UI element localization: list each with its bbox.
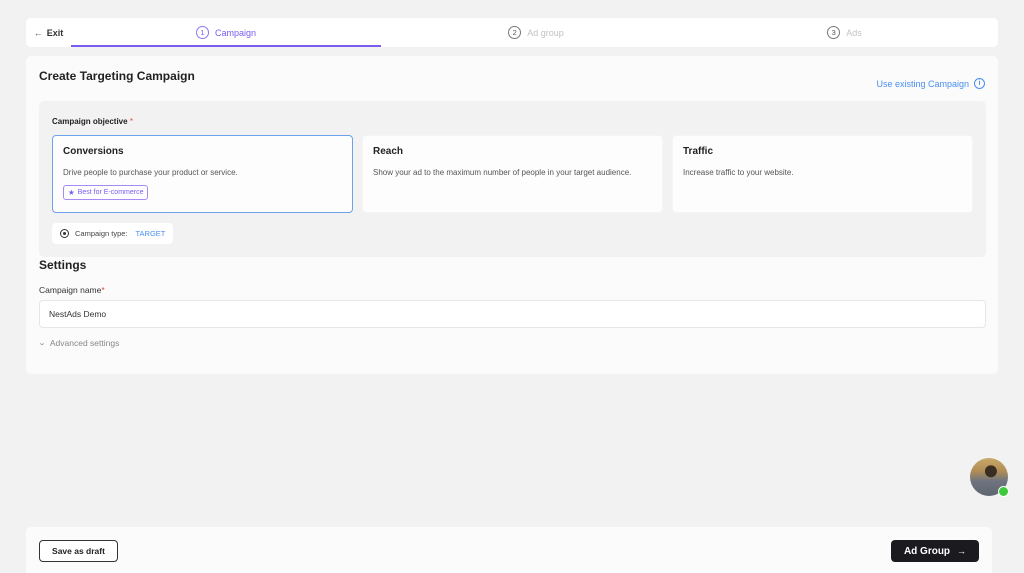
campaign-type-value: TARGET (135, 229, 166, 238)
option-title: Conversions (63, 146, 124, 157)
chevron-down-icon: ⌄ (37, 340, 47, 347)
save-as-draft-button[interactable]: Save as draft (39, 540, 118, 562)
objective-option-conversions[interactable]: Conversions Drive people to purchase you… (52, 135, 353, 213)
campaign-name-label-text: Campaign name (39, 285, 102, 295)
next-ad-group-button[interactable]: Ad Group → (891, 540, 979, 562)
badge-label: Best for E-commerce (77, 189, 144, 196)
option-description: Increase traffic to your website. (683, 168, 794, 177)
footer-bar: Save as draft Ad Group → (26, 527, 992, 573)
option-title: Traffic (683, 146, 714, 157)
step-ad-group[interactable]: 2 Ad group (381, 18, 691, 47)
arrow-right-icon: → (957, 546, 967, 556)
stepper: ← Exit 1 Campaign 2 Ad group 3 Ads (26, 18, 998, 47)
best-for-badge: ★ Best for E-commerce (63, 185, 149, 200)
option-title: Reach (373, 146, 404, 157)
step-number: 3 (827, 26, 841, 39)
advanced-settings-toggle[interactable]: ⌄ Advanced settings (37, 338, 120, 348)
step-ads[interactable]: 3 Ads (691, 18, 998, 47)
step-number: 2 (508, 26, 522, 39)
support-avatar[interactable] (970, 458, 1009, 497)
objective-option-traffic[interactable]: Traffic Increase traffic to your website… (672, 135, 973, 213)
step-label: Ad group (527, 27, 564, 38)
step-label: Campaign (214, 27, 257, 38)
step-campaign[interactable]: 1 Campaign (71, 18, 381, 47)
step-number: 1 (195, 26, 209, 39)
use-existing-label: Use existing Campaign (876, 78, 969, 89)
target-icon (60, 229, 69, 238)
campaign-objective-section: Campaign objective * Conversions Drive p… (39, 101, 986, 257)
objective-option-reach[interactable]: Reach Show your ad to the maximum number… (362, 135, 663, 213)
info-icon: i (974, 78, 985, 89)
option-description: Drive people to purchase your product or… (63, 168, 238, 177)
campaign-name-label: Campaign name* (39, 285, 105, 295)
arrow-left-icon: ← (33, 27, 43, 38)
next-button-label: Ad Group (903, 545, 951, 557)
exit-label: Exit (46, 27, 64, 38)
use-existing-campaign-link[interactable]: Use existing Campaign i (876, 78, 985, 89)
settings-heading: Settings (39, 258, 87, 272)
step-label: Ads (846, 27, 862, 38)
exit-button[interactable]: ← Exit (26, 18, 71, 47)
objective-label-text: Campaign objective (52, 117, 128, 126)
star-icon: ★ (68, 188, 75, 197)
option-description: Show your ad to the maximum number of pe… (373, 168, 632, 177)
campaign-card: Create Targeting Campaign Use existing C… (26, 56, 998, 374)
advanced-settings-label: Advanced settings (49, 338, 120, 348)
required-mark: * (129, 117, 133, 126)
page-title: Create Targeting Campaign (39, 69, 195, 83)
online-status-indicator (998, 486, 1009, 497)
required-mark: * (101, 285, 105, 295)
campaign-type-chip: Campaign type: TARGET (52, 223, 174, 244)
campaign-type-label: Campaign type: (75, 229, 128, 238)
campaign-name-input[interactable] (39, 300, 986, 328)
objective-label: Campaign objective * (52, 117, 133, 126)
